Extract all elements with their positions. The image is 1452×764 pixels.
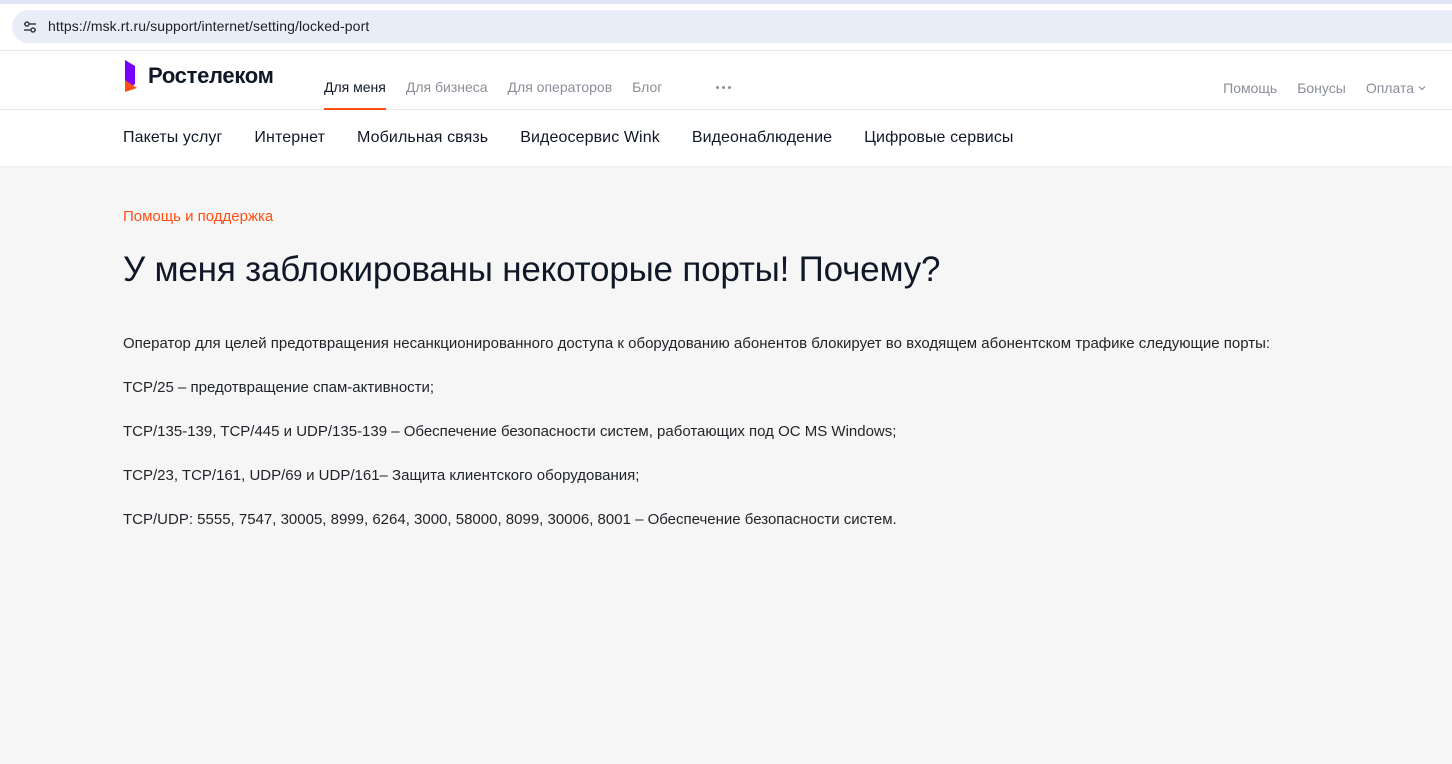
breadcrumb[interactable]: Помощь и поддержка (123, 208, 273, 225)
right-nav: Помощь Бонусы Оплата (1203, 51, 1426, 110)
category-service-packages[interactable]: Пакеты услуг (123, 129, 222, 147)
category-list: Пакеты услуг Интернет Мобильная связь Ви… (123, 110, 1046, 166)
category-wink[interactable]: Видеосервис Wink (520, 129, 660, 147)
main-nav: Для меня Для бизнеса Для операторов Блог (324, 51, 734, 110)
rostelecom-logo-icon (125, 60, 137, 92)
page-title: У меня заблокированы некоторые порты! По… (123, 250, 941, 289)
address-bar[interactable]: https://msk.rt.ru/support/internet/setti… (12, 10, 1452, 43)
category-mobile[interactable]: Мобильная связь (357, 129, 488, 147)
paragraph-client-equipment: TCP/23, TCP/161, UDP/69 и UDP/161– Защит… (123, 467, 640, 484)
category-internet[interactable]: Интернет (254, 129, 325, 147)
url-text[interactable]: https://msk.rt.ru/support/internet/setti… (48, 18, 369, 34)
chevron-down-icon (1418, 85, 1426, 90)
main-nav-item-for-me[interactable]: Для меня (324, 51, 386, 110)
bonuses-link-label: Бонусы (1297, 79, 1346, 96)
main-nav-item-blog[interactable]: Блог (632, 51, 662, 110)
payment-dropdown[interactable]: Оплата (1366, 80, 1426, 96)
help-link[interactable]: Помощь (1223, 80, 1277, 96)
site-header: Ростелеком Для меня Для бизнеса Для опер… (0, 50, 1452, 110)
paragraph-tcp-udp-ports: TCP/UDP: 5555, 7547, 30005, 8999, 6264, … (123, 511, 897, 528)
bonuses-link[interactable]: Бонусы (1297, 80, 1346, 96)
paragraph-windows-ports: TCP/135-139, TCP/445 и UDP/135-139 – Обе… (123, 423, 897, 440)
main-nav-item-for-business[interactable]: Для бизнеса (406, 51, 488, 110)
main-nav-item-for-operators[interactable]: Для операторов (508, 51, 613, 110)
browser-tab-strip (0, 0, 1452, 4)
help-link-label: Помощь (1223, 79, 1278, 96)
more-horizontal-icon[interactable] (716, 51, 734, 110)
payment-dropdown-label: Оплата (1365, 79, 1414, 96)
category-video-surveillance[interactable]: Видеонаблюдение (692, 129, 832, 147)
browser-toolbar: https://msk.rt.ru/support/internet/setti… (0, 0, 1452, 50)
logo-text: Ростелеком (148, 63, 274, 88)
logo[interactable]: Ростелеком (123, 58, 274, 94)
tune-icon[interactable] (22, 19, 38, 35)
category-digital-services[interactable]: Цифровые сервисы (864, 129, 1013, 147)
paragraph-tcp25: TCP/25 – предотвращение спам-активности; (123, 379, 435, 396)
paragraph-intro: Оператор для целей предотвращения несанк… (123, 335, 1271, 352)
category-bar: Пакеты услуг Интернет Мобильная связь Ви… (0, 110, 1452, 166)
